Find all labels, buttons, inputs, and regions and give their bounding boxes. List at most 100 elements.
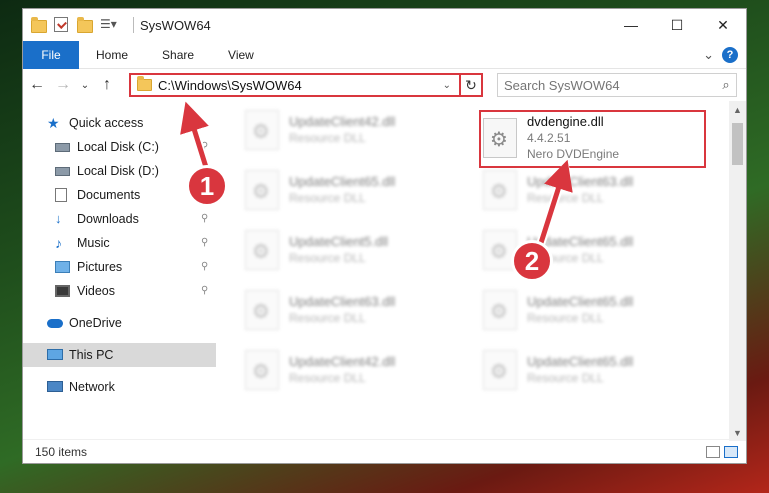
dll-file-icon [245,110,279,150]
address-dropdown-icon[interactable]: ⌄ [443,80,451,91]
view-toggle [706,445,738,458]
file-type: Resource DLL [289,131,366,145]
list-item[interactable]: UpdateClient5.dll Resource DLL [245,224,465,276]
recent-locations-button[interactable]: ⌄ [77,73,93,97]
sidebar-item-videos[interactable]: Videos ⚲ [23,279,216,303]
sidebar-item-music[interactable]: ♪ Music ⚲ [23,231,216,255]
scroll-up-icon[interactable]: ▲ [729,101,746,118]
properties-icon[interactable] [54,17,70,33]
file-type: Resource DLL [289,251,366,265]
minimize-button[interactable]: — [608,9,654,41]
sidebar-item-pictures[interactable]: Pictures ⚲ [23,255,216,279]
file-type: Resource DLL [527,191,604,205]
dll-file-icon [483,290,517,330]
tab-view[interactable]: View [211,41,271,69]
sidebar-item-label: OneDrive [69,316,122,330]
tab-share[interactable]: Share [145,41,211,69]
refresh-button[interactable]: ↻ [459,73,483,97]
window-title: SysWOW64 [140,17,211,33]
network-icon [47,380,63,394]
list-item[interactable]: UpdateClient65.dll Resource DLL [245,164,465,216]
address-bar[interactable]: C:\Windows\SysWOW64 ⌄ [129,73,483,97]
forward-button[interactable]: → [51,73,75,97]
dll-file-icon [245,290,279,330]
title-separator [133,17,134,33]
navigation-pane: ★ Quick access Local Disk (C:) ⚲ Local D… [23,109,216,439]
up-button[interactable]: ↑ [95,73,119,97]
new-folder-icon[interactable] [77,17,93,33]
back-button[interactable]: ← [25,73,49,97]
expand-ribbon-icon[interactable]: ⌄ [703,47,714,63]
sidebar-item-label: Videos [77,284,115,298]
file-type: Resource DLL [527,311,604,325]
search-input[interactable] [504,77,716,93]
vertical-scrollbar[interactable]: ▲ ▼ [729,101,746,441]
dll-file-icon [245,170,279,210]
file-type: Resource DLL [289,371,366,385]
sidebar-item-network[interactable]: Network [23,375,216,399]
tab-home[interactable]: Home [79,41,145,69]
dll-file-icon [245,350,279,390]
disk-icon [55,140,71,154]
downloads-icon: ↓ [55,211,62,226]
tiles-view-icon[interactable] [724,445,738,458]
file-name: UpdateClient42.dll [289,114,396,129]
sidebar-item-downloads[interactable]: ↓ Downloads ⚲ [23,207,216,231]
search-icon[interactable]: ⌕ [716,77,736,93]
address-path[interactable]: C:\Windows\SysWOW64 [158,78,302,93]
step-badge-2: 2 [511,240,553,282]
file-type: Resource DLL [527,371,604,385]
sidebar-item-label: Music [77,236,110,250]
list-item[interactable]: UpdateClient65.dll Resource DLL [483,284,703,336]
dll-file-icon [483,170,517,210]
file-highlight-box [479,110,706,168]
maximize-button[interactable]: ☐ [654,9,700,41]
list-item[interactable]: UpdateClient63.dll Resource DLL [245,284,465,336]
details-view-icon[interactable] [706,445,720,458]
step-badge-1: 1 [186,165,228,207]
scrollbar-thumb[interactable] [732,123,743,165]
list-item[interactable]: UpdateClient65.dll Resource DLL [483,344,703,396]
file-type: Resource DLL [289,311,366,325]
file-explorer-window: ☰▾ SysWOW64 — ☐ ✕ File Home Share View ⌄… [22,8,747,464]
sidebar-item-local-disk-c[interactable]: Local Disk (C:) ⚲ [23,135,216,159]
sidebar-item-label: Local Disk (D:) [77,164,159,178]
sidebar-item-quick-access[interactable]: ★ Quick access [23,111,216,135]
folder-icon [137,76,152,91]
this-pc-icon [47,348,63,362]
folder-icon [31,17,47,33]
file-name: UpdateClient42.dll [289,354,396,369]
pin-icon: ⚲ [201,141,209,152]
pin-icon: ⚲ [201,237,209,248]
search-box[interactable]: ⌕ [497,73,737,97]
ribbon-right: ⌄ ? [703,46,738,63]
star-icon: ★ [47,115,60,131]
list-item[interactable]: UpdateClient42.dll Resource DLL [245,104,465,156]
title-bar: ☰▾ SysWOW64 — ☐ ✕ [23,9,746,41]
list-item[interactable]: UpdateClient63.dll Resource DLL [483,164,703,216]
videos-icon [55,284,71,298]
file-name: UpdateClient5.dll [289,234,389,249]
customize-toolbar-icon[interactable]: ☰▾ [100,17,120,33]
close-button[interactable]: ✕ [700,9,746,41]
ribbon-tabs: File Home Share View ⌄ ? [23,40,746,69]
sidebar-item-onedrive[interactable]: OneDrive [23,311,216,335]
navigation-bar: ← → ⌄ ↑ C:\Windows\SysWOW64 ⌄ ↻ ⌕ [23,70,746,100]
pin-icon: ⚲ [201,285,209,296]
sidebar-item-label: Network [69,380,115,394]
sidebar-item-label: Documents [77,188,141,202]
sidebar-item-this-pc[interactable]: This PC [23,343,216,367]
sidebar-item-label: This PC [69,348,114,362]
item-count: 150 items [35,444,88,459]
sidebar-item-label: Pictures [77,260,123,274]
list-item[interactable]: UpdateClient42.dll Resource DLL [245,344,465,396]
dll-file-icon [483,350,517,390]
file-name: UpdateClient65.dll [527,294,634,309]
documents-icon [55,188,71,202]
music-icon: ♪ [55,235,62,251]
disk-icon [55,164,71,178]
onedrive-icon [47,316,63,330]
help-icon[interactable]: ? [722,46,738,63]
tab-file[interactable]: File [23,40,79,69]
file-name: UpdateClient63.dll [289,294,396,309]
